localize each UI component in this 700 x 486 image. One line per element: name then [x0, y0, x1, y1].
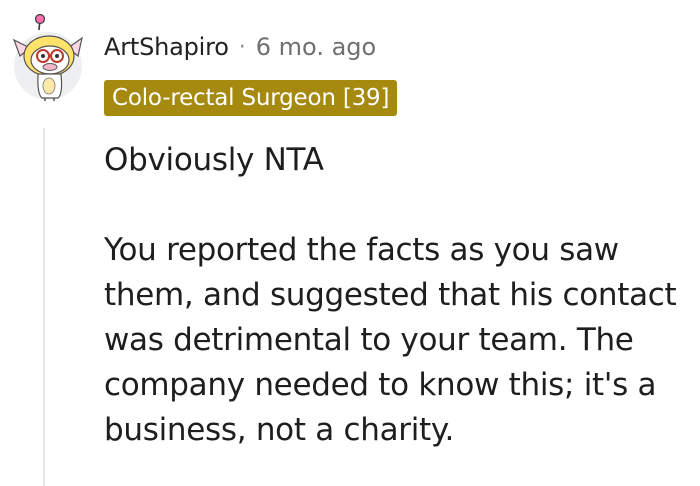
comment-meta: ArtShapiro · 6 mo. ago — [104, 30, 376, 64]
comment: ArtShapiro · 6 mo. ago Colo-rectal Surge… — [0, 0, 700, 486]
timestamp-link[interactable]: 6 mo. ago — [256, 33, 376, 61]
user-avatar-icon[interactable] — [12, 13, 84, 102]
thread-line[interactable] — [43, 128, 45, 486]
username-link[interactable]: ArtShapiro — [104, 33, 229, 61]
meta-separator: · — [238, 34, 246, 60]
comment-body: Obviously NTA You reported the facts as … — [104, 138, 694, 453]
user-flair-badge: Colo-rectal Surgeon [39] — [104, 80, 398, 116]
comment-paragraph: Obviously NTA — [104, 142, 324, 178]
comment-paragraph: You reported the facts as you saw them, … — [104, 232, 677, 448]
